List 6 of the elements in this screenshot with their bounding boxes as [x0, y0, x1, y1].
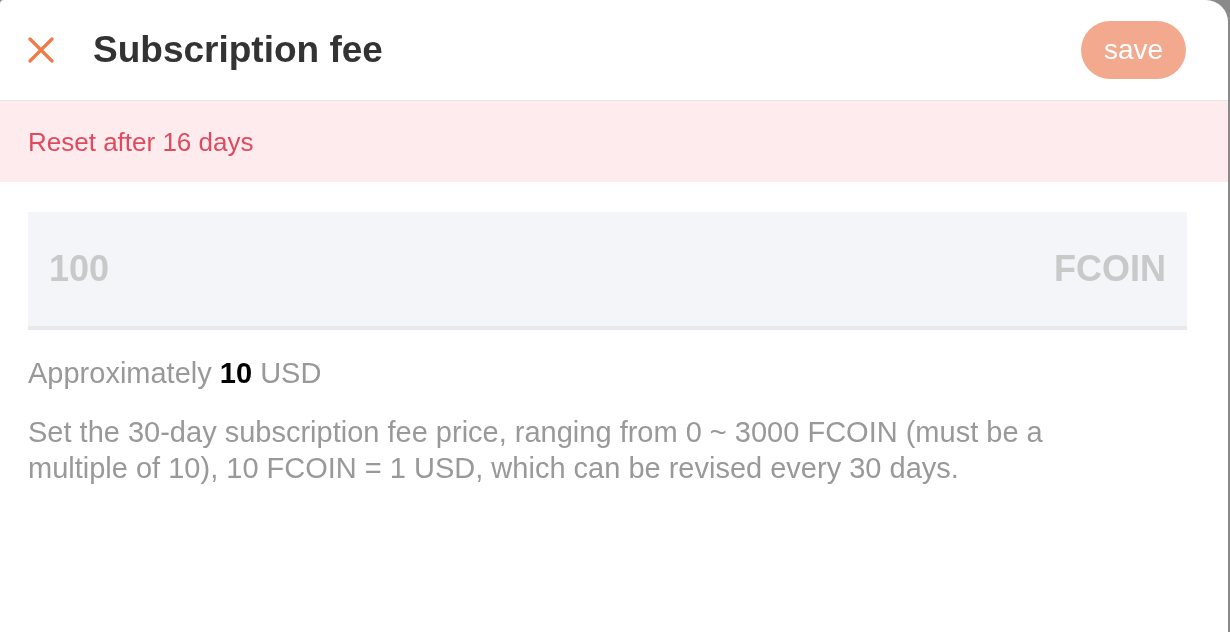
dialog-title: Subscription fee: [93, 30, 383, 68]
close-icon: [28, 37, 54, 63]
approximation-text: Approximately 10 USD: [28, 356, 322, 391]
description-text: Set the 30-day subscription fee price, ranging from 0 ~ 3000 FCOIN (must be a multiple of 10), 10 FCOIN = 1 USD, which can be revised every 30 days.: [28, 415, 1044, 486]
close-button[interactable]: [28, 37, 54, 63]
notice-text: Reset after 16 days: [28, 128, 254, 155]
